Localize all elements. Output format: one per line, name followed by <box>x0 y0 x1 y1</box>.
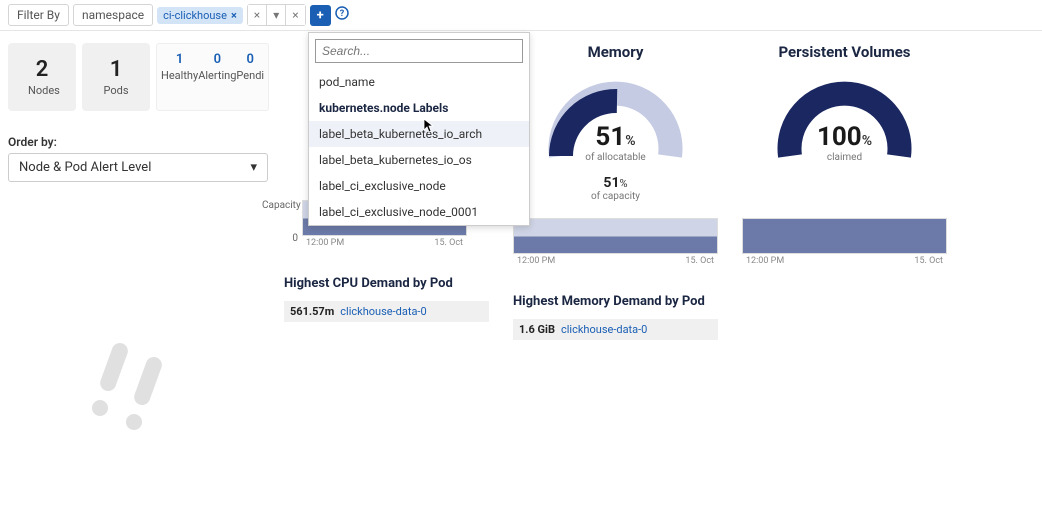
pods-count: 1 <box>102 57 130 82</box>
filter-chip-remove-icon[interactable]: × <box>231 9 237 22</box>
svg-text:?: ? <box>339 9 344 19</box>
metric-persistent-volumes: Persistent Volumes 100% claimed . . 12: <box>742 43 947 432</box>
cpu-demand-pod-link[interactable]: clickhouse-data-0 <box>340 305 426 318</box>
gauge-memory: 51% of allocatable <box>543 73 688 163</box>
memory-sparkline-row: 12:00 PM 15. Oct <box>513 218 718 266</box>
status-pending[interactable]: 0 Pendi <box>236 52 264 102</box>
summary-cards: 2 Nodes 1 Pods 1 Healthy 0 Alerting 0 Pe… <box>8 43 268 111</box>
dropdown-item-os[interactable]: label_beta_kubernetes_io_os <box>309 147 529 173</box>
filter-by-label: Filter By <box>8 4 69 26</box>
help-icon[interactable]: ? <box>335 6 349 24</box>
memory-capacity-line: 51% of capacity <box>591 175 640 202</box>
pods-card[interactable]: 1 Pods <box>82 43 150 111</box>
filter-actions: × ▾ × <box>247 4 306 26</box>
memory-demand-section: Highest Memory Demand by Pod 1.6 GiB cli… <box>513 294 718 340</box>
filter-bar: Filter By namespace ci-clickhouse × × ▾ … <box>0 0 1042 31</box>
order-by-select[interactable]: Node & Pod Alert Level ▾ <box>8 153 268 182</box>
dropdown-section-header: kubernetes.node Labels <box>309 95 529 121</box>
exclaim-icon <box>88 342 188 432</box>
filter-remove-all-button[interactable]: × <box>286 5 304 25</box>
pods-label: Pods <box>102 84 130 97</box>
memory-demand-row[interactable]: 1.6 GiB clickhouse-data-0 <box>513 319 718 340</box>
filter-clear-button[interactable]: × <box>248 5 267 25</box>
left-column: 2 Nodes 1 Pods 1 Healthy 0 Alerting 0 Pe… <box>8 43 268 432</box>
memory-demand-pod-link[interactable]: clickhouse-data-0 <box>561 323 647 336</box>
dropdown-item-arch[interactable]: label_beta_kubernetes_io_arch <box>309 121 529 147</box>
dropdown-item-pod-name[interactable]: pod_name <box>309 69 529 95</box>
nodes-label: Nodes <box>28 84 56 97</box>
filter-field-dropdown: pod_name kubernetes.node Labels label_be… <box>308 32 530 226</box>
nodes-card[interactable]: 2 Nodes <box>8 43 76 111</box>
dropdown-search-input[interactable] <box>315 39 523 63</box>
order-by-label: Order by: <box>8 135 268 149</box>
metric-pv-title: Persistent Volumes <box>778 43 910 61</box>
gauge-pv: 100% claimed <box>772 73 917 163</box>
add-filter-button[interactable]: + <box>310 5 331 26</box>
metric-memory: Memory 51% of allocatable 51% of capacit… <box>513 43 718 432</box>
filter-field-namespace[interactable]: namespace <box>73 4 153 26</box>
dropdown-item-exclusive-node-0001[interactable]: label_ci_exclusive_node_0001 <box>309 199 529 225</box>
filter-dropdown-toggle[interactable]: ▾ <box>267 5 286 25</box>
dropdown-item-exclusive-node[interactable]: label_ci_exclusive_node <box>309 173 529 199</box>
cpu-demand-row[interactable]: 561.57m clickhouse-data-0 <box>284 301 489 322</box>
nodes-count: 2 <box>28 57 56 82</box>
empty-state-placeholder <box>8 342 268 432</box>
memory-sparkline-chart[interactable] <box>513 218 718 254</box>
status-breakdown: 1 Healthy 0 Alerting 0 Pendi <box>156 43 269 111</box>
order-by-section: Order by: Node & Pod Alert Level ▾ <box>8 135 268 182</box>
order-by-value: Node & Pod Alert Level <box>19 160 151 175</box>
filter-chip-label: ci-clickhouse <box>163 9 227 22</box>
status-alerting[interactable]: 0 Alerting <box>198 52 236 102</box>
pv-sparkline-row: 12:00 PM 15. Oct <box>742 218 947 266</box>
status-healthy[interactable]: 1 Healthy <box>161 52 198 102</box>
filter-chip-ci-clickhouse[interactable]: ci-clickhouse × <box>157 7 243 24</box>
chevron-down-icon: ▾ <box>250 160 257 175</box>
pv-sparkline-chart[interactable] <box>742 218 947 254</box>
cpu-demand-section: Highest CPU Demand by Pod 561.57m clickh… <box>284 276 489 322</box>
metric-memory-title: Memory <box>588 43 644 61</box>
